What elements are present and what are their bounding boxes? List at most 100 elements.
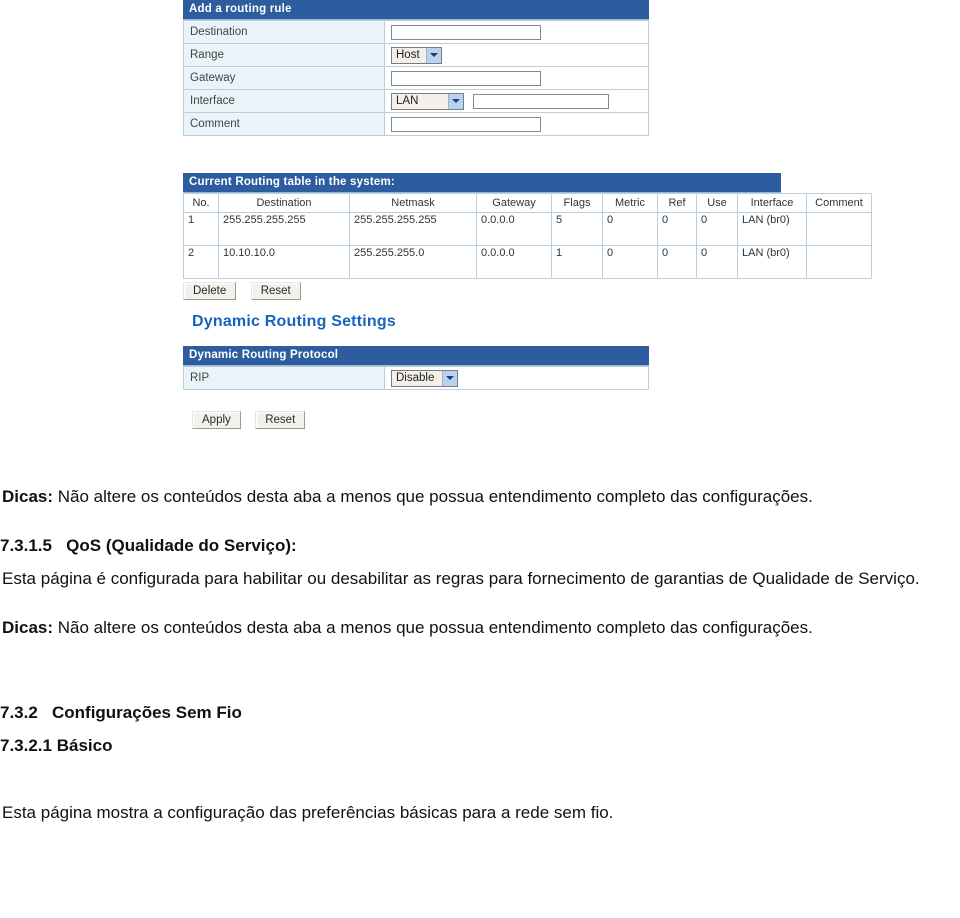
document-body: Dicas: Não altere os conteúdos desta aba… — [0, 480, 960, 829]
add-routing-rule-title: Add a routing rule — [183, 0, 649, 20]
current-routing-table-panel: Current Routing table in the system: No.… — [183, 173, 872, 279]
cell-destination: 10.10.10.0 — [218, 245, 350, 279]
cell-metric: 0 — [602, 212, 658, 246]
interface-field-cell: LAN — [384, 89, 649, 113]
comment-field-cell — [384, 112, 649, 136]
range-label: Range — [183, 43, 385, 67]
current-routing-table-title: Current Routing table in the system: — [183, 173, 781, 193]
wireless-heading-number: 7.3.2 — [0, 703, 38, 722]
destination-input[interactable] — [391, 24, 541, 40]
reset-button[interactable]: Reset — [250, 282, 301, 300]
qos-body-paragraph: Esta página é configurada para habilitar… — [2, 569, 920, 588]
current-routing-table: No. Destination Netmask Gateway Flags Me… — [183, 193, 872, 279]
tip-text-2: Não altere os conteúdos desta aba a meno… — [53, 618, 813, 637]
range-select[interactable]: Host — [391, 46, 442, 64]
col-destination: Destination — [218, 193, 350, 213]
tip-label-2: Dicas: — [2, 618, 54, 637]
rip-label: RIP — [183, 366, 385, 390]
wireless-heading-gap — [38, 703, 52, 722]
rip-field-cell: Disable — [384, 366, 649, 390]
basic-heading-title: Básico — [56, 736, 113, 755]
add-routing-rule-form: Destination Range Host Gateway Interface — [183, 20, 649, 136]
dynamic-routing-protocol-title: Dynamic Routing Protocol — [183, 346, 649, 366]
interface-label: Interface — [183, 89, 385, 113]
cell-no: 2 — [183, 245, 219, 279]
wireless-heading-title: Configurações Sem Fio — [51, 703, 242, 722]
cell-use: 0 — [696, 245, 738, 279]
range-select-value: Host — [396, 48, 420, 61]
form-row-gateway: Gateway — [183, 66, 649, 90]
wireless-heading: 7.3.2 Configurações Sem Fio — [0, 696, 960, 729]
table-row[interactable]: 1 255.255.255.255 255.255.255.255 0.0.0.… — [183, 212, 872, 246]
col-flags: Flags — [551, 193, 603, 213]
router-ui-screenshot: Add a routing rule Destination Range Hos… — [183, 0, 872, 440]
form-row-range: Range Host — [183, 43, 649, 67]
tip-text-1: Não altere os conteúdos desta aba a meno… — [53, 487, 813, 506]
cell-flags: 5 — [551, 212, 603, 246]
dynamic-routing-protocol-panel: Dynamic Routing Protocol RIP Disable — [183, 346, 649, 390]
rip-select[interactable]: Disable — [391, 369, 458, 387]
gateway-label: Gateway — [183, 66, 385, 90]
cell-gateway: 0.0.0.0 — [476, 212, 552, 246]
col-netmask: Netmask — [349, 193, 477, 213]
gateway-field-cell — [384, 66, 649, 90]
cell-comment — [806, 212, 872, 246]
col-metric: Metric — [602, 193, 658, 213]
col-no: No. — [183, 193, 219, 213]
cell-gateway: 0.0.0.0 — [476, 245, 552, 279]
cell-netmask: 255.255.255.255 — [349, 212, 477, 246]
qos-heading: 7.3.1.5 QoS (Qualidade do Serviço): — [0, 529, 960, 562]
destination-label: Destination — [183, 20, 385, 44]
table-header-row: No. Destination Netmask Gateway Flags Me… — [183, 193, 872, 213]
col-comment: Comment — [806, 193, 872, 213]
interface-select-value: LAN — [396, 94, 419, 107]
basic-heading: 7.3.2.1 Básico — [0, 729, 960, 762]
cell-flags: 1 — [551, 245, 603, 279]
chevron-down-icon[interactable] — [426, 47, 441, 63]
tip-label-1: Dicas: — [2, 487, 54, 506]
basic-heading-number: 7.3.2.1 — [0, 736, 52, 755]
cell-ref: 0 — [657, 245, 697, 279]
tip-paragraph-1: Dicas: Não altere os conteúdos desta aba… — [0, 480, 960, 513]
comment-label: Comment — [183, 112, 385, 136]
comment-input[interactable] — [391, 116, 541, 132]
table-row[interactable]: 2 10.10.10.0 255.255.255.0 0.0.0.0 1 0 0… — [183, 245, 872, 279]
rip-select-value: Disable — [396, 371, 435, 384]
cell-interface: LAN (br0) — [737, 212, 807, 246]
cell-destination: 255.255.255.255 — [218, 212, 350, 246]
form-row-destination: Destination — [183, 20, 649, 44]
cell-comment — [806, 245, 872, 279]
chevron-down-icon[interactable] — [442, 370, 457, 386]
form-row-rip: RIP Disable — [183, 366, 649, 390]
interface-select[interactable]: LAN — [391, 92, 464, 110]
add-routing-rule-panel: Add a routing rule Destination Range Hos… — [183, 0, 649, 136]
cell-metric: 0 — [602, 245, 658, 279]
cell-ref: 0 — [657, 212, 697, 246]
qos-heading-number: 7.3.1.5 — [0, 536, 52, 555]
routing-table-button-row: Delete Reset — [183, 281, 311, 300]
delete-button[interactable]: Delete — [183, 282, 237, 300]
gateway-input[interactable] — [391, 70, 541, 86]
qos-heading-title: QoS (Qualidade do Serviço): — [66, 536, 297, 555]
cell-no: 1 — [183, 212, 219, 246]
qos-heading-gap — [52, 536, 66, 555]
interface-name-input[interactable] — [473, 93, 610, 109]
form-row-comment: Comment — [183, 112, 649, 136]
range-field-cell: Host — [384, 43, 649, 67]
chevron-down-icon[interactable] — [448, 93, 463, 109]
dynamic-routing-button-row: Apply Reset — [192, 410, 315, 429]
destination-field-cell — [384, 20, 649, 44]
cell-use: 0 — [696, 212, 738, 246]
dynamic-routing-settings-heading: Dynamic Routing Settings — [192, 313, 396, 330]
col-gateway: Gateway — [476, 193, 552, 213]
reset-button[interactable]: Reset — [255, 411, 306, 429]
cell-netmask: 255.255.255.0 — [349, 245, 477, 279]
apply-button[interactable]: Apply — [192, 411, 241, 429]
dynamic-routing-protocol-form: RIP Disable — [183, 366, 649, 390]
tip-paragraph-2: Dicas: Não altere os conteúdos desta aba… — [0, 611, 960, 644]
col-use: Use — [696, 193, 738, 213]
col-interface: Interface — [737, 193, 807, 213]
